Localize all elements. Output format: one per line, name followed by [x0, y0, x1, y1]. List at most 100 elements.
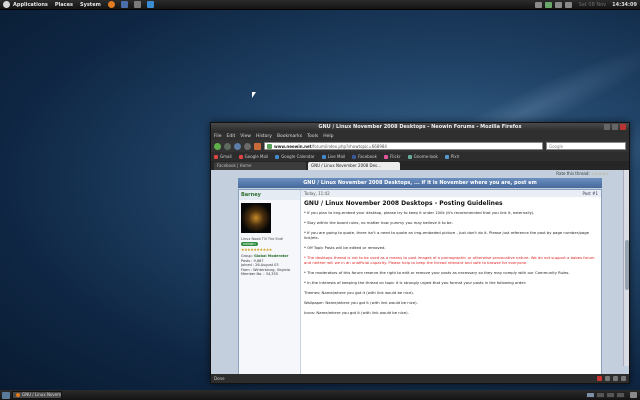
page-content: Rate this thread: ☆☆☆☆☆ GNU / Linux Nove… [211, 170, 629, 375]
bookmark-label: Flickr [389, 154, 401, 159]
trash-icon[interactable] [630, 392, 637, 398]
workspace-3[interactable] [606, 392, 615, 398]
workspace-4[interactable] [616, 392, 625, 398]
page-scrollbar[interactable] [623, 170, 629, 366]
applications-menu[interactable]: Applications [13, 2, 48, 8]
back-button[interactable] [214, 142, 221, 150]
bookmark-item[interactable]: Live Mail [321, 154, 346, 159]
places-menu[interactable]: Places [55, 2, 73, 8]
tab-facebook[interactable]: Facebook | Home [214, 162, 306, 170]
volume-icon[interactable] [554, 1, 562, 8]
menu-help[interactable]: Help [323, 134, 333, 139]
url-path: /forum/index.php?showtopic=668984 [311, 143, 387, 149]
post-paragraph: Themes: Name/where you got it (with link… [304, 290, 414, 295]
reload-button[interactable] [234, 142, 241, 150]
menubar: File Edit View History Bookmarks Tools H… [211, 132, 629, 140]
cpu-monitor-icon[interactable] [544, 1, 552, 8]
bookmark-item[interactable]: Google Mail [238, 154, 268, 159]
gnome-foot-icon[interactable] [3, 1, 10, 8]
mouse-pointer-icon [252, 92, 256, 98]
menu-bookmarks[interactable]: Bookmarks [277, 134, 302, 139]
menu-edit[interactable]: Edit [227, 134, 236, 139]
user-member-no: Member No. : 34,355 [241, 272, 278, 276]
post-paragraph: * Off Topic Posts will be edited or remo… [304, 245, 386, 250]
firefox-launcher-icon[interactable] [107, 1, 115, 8]
bookmark-icon [352, 154, 357, 159]
minimize-button[interactable] [604, 124, 610, 130]
user-panel: Barney Linux Noob Till The End! neowin ★… [239, 190, 301, 375]
post-author[interactable]: Barney [239, 190, 300, 200]
terminal-launcher-icon[interactable] [133, 1, 141, 8]
menu-view[interactable]: View [240, 134, 251, 139]
post-number-link[interactable]: Post #1 [582, 191, 598, 196]
bookmark-label: Pixlr [450, 154, 460, 159]
bookmark-item[interactable]: Gnome-look [407, 154, 438, 159]
url-host: www.neowin.net [274, 143, 312, 149]
bookmark-label: Gmail [220, 154, 232, 159]
menu-tools[interactable]: Tools [307, 134, 318, 139]
status-text: Done [214, 376, 225, 381]
system-tray: Sat 08 Nov 14:34:09 [534, 1, 637, 8]
bookmark-icon [275, 154, 280, 159]
bookmark-icon [238, 154, 243, 159]
bookmarks-toolbar: Gmail Google Mail Google Calendar Live M… [211, 152, 629, 161]
workspace-switcher [586, 392, 625, 398]
post-paragraph: Wallpaper: Name/where you got it (with l… [304, 300, 418, 305]
search-input[interactable]: Google [546, 142, 626, 150]
top-panel: Applications Places System Sat 08 Nov 14… [0, 0, 640, 10]
scrollbar-thumb[interactable] [625, 240, 629, 290]
close-button[interactable] [620, 124, 626, 130]
rate-thread-bar: Rate this thread: ☆☆☆☆☆ [211, 170, 629, 178]
post-paragraph: * If you are going to quote, there isn't… [304, 230, 589, 240]
addon-icon[interactable] [621, 376, 626, 381]
forward-button[interactable] [224, 142, 231, 150]
user-rank-stars: ★★★★★★★★★★ [241, 247, 272, 252]
workspace-1[interactable] [586, 392, 595, 398]
avatar [241, 203, 271, 233]
taskbar-item-label: GNU / Linux November... [22, 392, 62, 397]
bookmark-icon [321, 154, 326, 159]
system-menu[interactable]: System [80, 2, 101, 8]
search-placeholder: Google [549, 143, 564, 149]
menu-history[interactable]: History [256, 134, 272, 139]
home-button[interactable] [254, 142, 261, 150]
bookmark-item[interactable]: Gmail [214, 154, 232, 159]
bookmark-label: Google Calendar [281, 154, 315, 159]
taskbar-item-firefox[interactable]: GNU / Linux November... [12, 391, 62, 399]
workspace-2[interactable] [596, 392, 605, 398]
network-icon[interactable] [534, 1, 542, 8]
stop-button[interactable] [244, 142, 251, 150]
menu-file[interactable]: File [214, 134, 222, 139]
firefox-icon [16, 393, 20, 397]
bookmark-item[interactable]: Facebook [352, 154, 377, 159]
window-titlebar[interactable]: GNU / Linux November 2008 Desktops - Neo… [211, 123, 629, 132]
navigation-toolbar: www.neowin.net/forum/index.php?showtopic… [211, 140, 629, 152]
forum-post: Barney Linux Noob Till The End! neowin ★… [238, 189, 602, 375]
show-desktop-icon[interactable] [2, 391, 10, 399]
battery-icon[interactable] [564, 1, 572, 8]
post-paragraph-warning: * The desktops thread is not to be used … [304, 255, 595, 265]
bookmark-label: Gnome-look [413, 154, 438, 159]
rating-stars[interactable]: ☆☆☆☆☆ [591, 171, 609, 176]
bookmark-label: Live Mail [327, 154, 346, 159]
post-title: GNU / Linux November 2008 Desktops - Pos… [304, 200, 503, 207]
bookmark-item[interactable]: Flickr [383, 154, 401, 159]
tab-neowin[interactable]: GNU / Linux November 2008 Des... [308, 162, 400, 170]
bookmark-item[interactable]: Google Calendar [275, 154, 315, 159]
adblock-icon[interactable] [597, 376, 602, 381]
group-label: Group: [241, 254, 253, 258]
maximize-button[interactable] [612, 124, 618, 130]
user-info: Group: Global Moderator Posts : 9,687 Jo… [241, 254, 298, 277]
clock-date[interactable]: Sat 08 Nov [579, 2, 607, 8]
bookmark-icon [214, 154, 218, 159]
addon-icon[interactable] [605, 376, 610, 381]
clock-time[interactable]: 14:34:09 [612, 2, 637, 8]
chat-launcher-icon[interactable] [146, 1, 154, 8]
bookmark-item[interactable]: Pixlr [444, 154, 460, 159]
user-badge: neowin [241, 242, 258, 246]
email-launcher-icon[interactable] [120, 1, 128, 8]
bookmark-icon [383, 154, 388, 159]
url-bar[interactable]: www.neowin.net/forum/index.php?showtopic… [264, 142, 543, 150]
addon-icon[interactable] [613, 376, 618, 381]
bookmark-label: Facebook [358, 154, 377, 159]
